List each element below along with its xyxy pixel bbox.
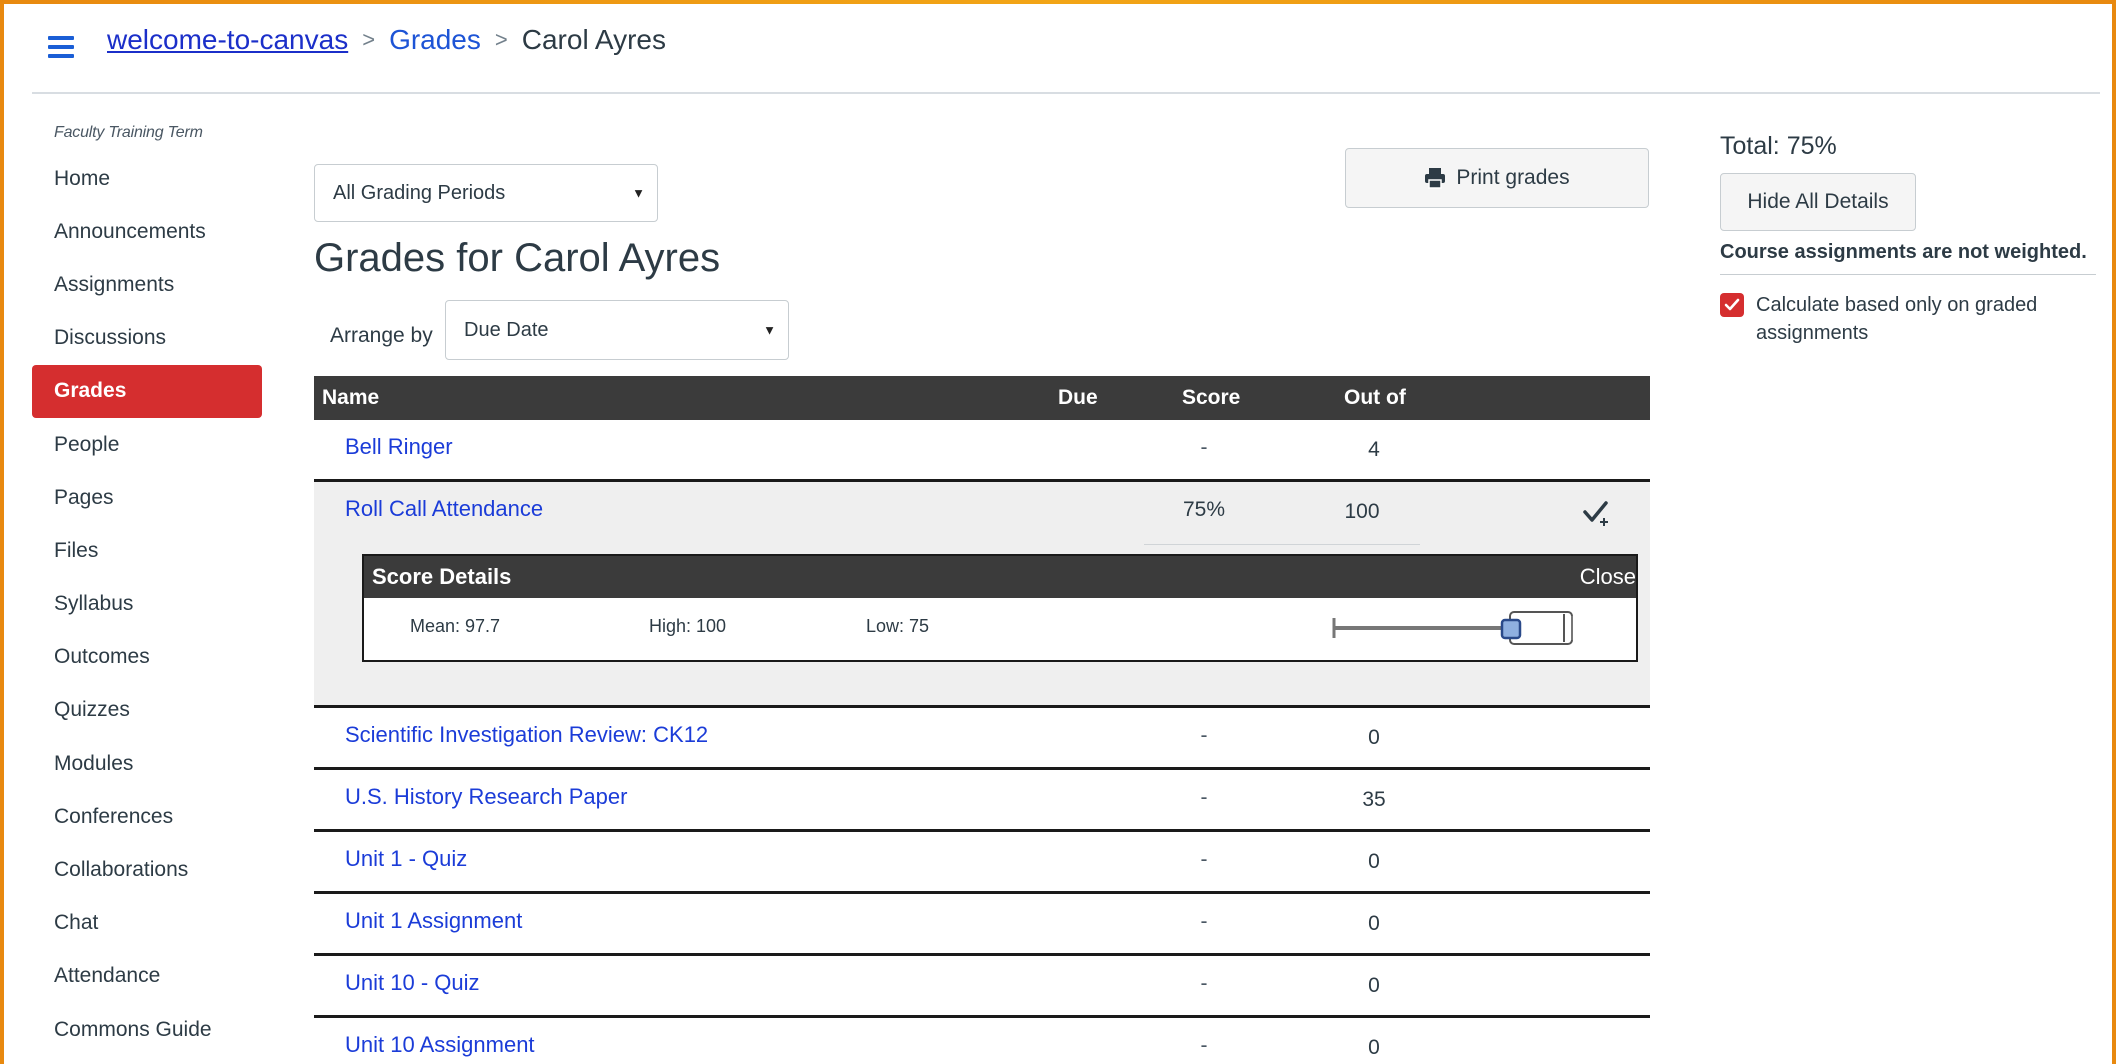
breadcrumb-course-link[interactable]: welcome-to-canvas (107, 24, 348, 56)
student-score-marker (1500, 618, 1522, 640)
table-row: Unit 1 - Quiz - 0 (314, 832, 1650, 894)
chevron-right-icon: > (494, 27, 508, 52)
sidebar-item-collaborations[interactable]: Collaborations (32, 843, 262, 896)
chevron-down-icon: ▼ (632, 185, 645, 201)
column-header-score[interactable]: Score (1182, 386, 1240, 410)
sidebar-item-files[interactable]: Files (32, 524, 262, 577)
table-row: U.S. History Research Paper - 35 (314, 770, 1650, 832)
sidebar-item-home[interactable]: Home (32, 152, 262, 205)
calculate-graded-only-checkbox[interactable] (1720, 293, 1744, 317)
out-of-value: 0 (1368, 974, 1380, 997)
arrange-by-value: Due Date (464, 318, 549, 341)
grading-period-select[interactable]: All Grading Periods ▼ (314, 164, 658, 222)
header-divider (32, 92, 2100, 94)
calculate-graded-only-option: Calculate based only on graded assignmen… (1720, 291, 2100, 347)
arrange-by-label: Arrange by (330, 324, 433, 347)
assignment-link[interactable]: Bell Ringer (345, 434, 453, 460)
column-header-out-of[interactable]: Out of (1344, 386, 1406, 410)
assignment-link[interactable]: Scientific Investigation Review: CK12 (345, 722, 708, 748)
table-row: Unit 1 Assignment - 0 (314, 894, 1650, 956)
chevron-right-icon: > (362, 27, 376, 52)
breadcrumb: welcome-to-canvas > Grades > Carol Ayres (107, 24, 666, 56)
sidebar-item-assignments[interactable]: Assignments (32, 258, 262, 311)
table-row: Bell Ringer - 4 (314, 420, 1650, 482)
score-details-panel: Score Details Close Mean: 97.7 High: 100… (362, 554, 1638, 662)
out-of-value: 35 (1362, 788, 1386, 811)
course-navigation: Faculty Training Term Home Announcements… (32, 124, 262, 1056)
menu-icon[interactable] (48, 36, 74, 58)
arrange-by-select[interactable]: Due Date ▼ (445, 300, 789, 360)
breadcrumb-current: Carol Ayres (521, 24, 666, 55)
out-of-value: 0 (1368, 850, 1380, 873)
score-value: - (1200, 848, 1208, 871)
sidebar-item-modules[interactable]: Modules (32, 737, 262, 790)
table-row: Unit 10 - Quiz - 0 (314, 956, 1650, 1018)
what-if-check-icon[interactable] (1582, 498, 1612, 528)
sidebar-item-people[interactable]: People (32, 418, 262, 471)
breadcrumb-grades-link[interactable]: Grades (389, 24, 481, 56)
assignment-link[interactable]: Unit 10 - Quiz (345, 970, 480, 996)
score-value: - (1200, 1034, 1208, 1057)
out-of-value: 100 (1344, 500, 1380, 523)
grade-summary-panel: Total: 75% Hide All Details Course assig… (1720, 132, 2100, 347)
assignment-link[interactable]: Roll Call Attendance (345, 496, 543, 522)
assignment-link[interactable]: U.S. History Research Paper (345, 784, 627, 810)
out-of-value: 0 (1368, 912, 1380, 935)
app-window: welcome-to-canvas > Grades > Carol Ayres… (4, 4, 2112, 1064)
high-stat: High: 100 (649, 616, 727, 636)
column-header-due[interactable]: Due (1058, 386, 1098, 410)
calculate-graded-only-label[interactable]: Calculate based only on graded assignmen… (1756, 291, 2076, 347)
out-of-value: 0 (1368, 726, 1380, 749)
score-distribution-box-plot (1332, 611, 1573, 645)
score-value: - (1200, 786, 1208, 809)
score-details-header: Score Details Close (364, 556, 1636, 598)
score-value: - (1200, 436, 1208, 459)
print-grades-button[interactable]: Print grades (1345, 148, 1649, 208)
sidebar-item-outcomes[interactable]: Outcomes (32, 631, 262, 684)
low-stat: Low: 75 (866, 616, 930, 636)
table-row: Scientific Investigation Review: CK12 - … (314, 708, 1650, 770)
grades-table: Name Due Score Out of Bell Ringer - 4 Ro… (314, 376, 1650, 1064)
grading-period-value: All Grading Periods (333, 181, 506, 204)
page-title: Grades for Carol Ayres (314, 236, 721, 280)
hide-all-details-button[interactable]: Hide All Details (1720, 173, 1916, 231)
sidebar-item-discussions[interactable]: Discussions (32, 312, 262, 365)
score-divider (1144, 544, 1420, 545)
out-of-value: 0 (1368, 1036, 1380, 1059)
printer-icon (1425, 168, 1446, 189)
score-details-title: Score Details (372, 564, 512, 589)
sidebar-item-chat[interactable]: Chat (32, 897, 262, 950)
table-row-expanded: Roll Call Attendance 75% 100 Score Detai… (314, 482, 1650, 708)
table-header: Name Due Score Out of (314, 376, 1650, 420)
sidebar-item-conferences[interactable]: Conferences (32, 790, 262, 843)
term-label: Faculty Training Term (54, 124, 203, 141)
close-score-details-button[interactable]: Close (1580, 564, 1636, 590)
column-header-name[interactable]: Name (322, 386, 379, 410)
mean-stat: Mean: 97.7 (410, 616, 501, 636)
sidebar-item-attendance[interactable]: Attendance (32, 950, 262, 1003)
sidebar-item-announcements[interactable]: Announcements (32, 205, 262, 258)
score-value: - (1200, 910, 1208, 933)
checkmark-icon (1724, 298, 1740, 311)
weighting-note: Course assignments are not weighted. (1720, 241, 2096, 275)
score-value: - (1200, 972, 1208, 995)
sidebar-item-quizzes[interactable]: Quizzes (32, 684, 262, 737)
score-value[interactable]: 75% (1174, 498, 1234, 522)
page-header: welcome-to-canvas > Grades > Carol Ayres (4, 4, 2112, 94)
assignment-link[interactable]: Unit 1 - Quiz (345, 846, 467, 872)
sidebar-item-grades[interactable]: Grades (32, 364, 262, 418)
table-row: Unit 10 Assignment - 0 (314, 1018, 1650, 1064)
score-value: - (1200, 724, 1208, 747)
print-grades-label: Print grades (1456, 166, 1570, 189)
out-of-value: 4 (1368, 438, 1380, 461)
assignment-link[interactable]: Unit 10 Assignment (345, 1032, 535, 1058)
sidebar-item-commons-guide[interactable]: Commons Guide (32, 1003, 262, 1056)
sidebar-item-syllabus[interactable]: Syllabus (32, 578, 262, 631)
assignment-link[interactable]: Unit 1 Assignment (345, 908, 522, 934)
sidebar-item-pages[interactable]: Pages (32, 471, 262, 524)
chevron-down-icon: ▼ (763, 322, 776, 338)
total-grade: Total: 75% (1720, 132, 1837, 160)
